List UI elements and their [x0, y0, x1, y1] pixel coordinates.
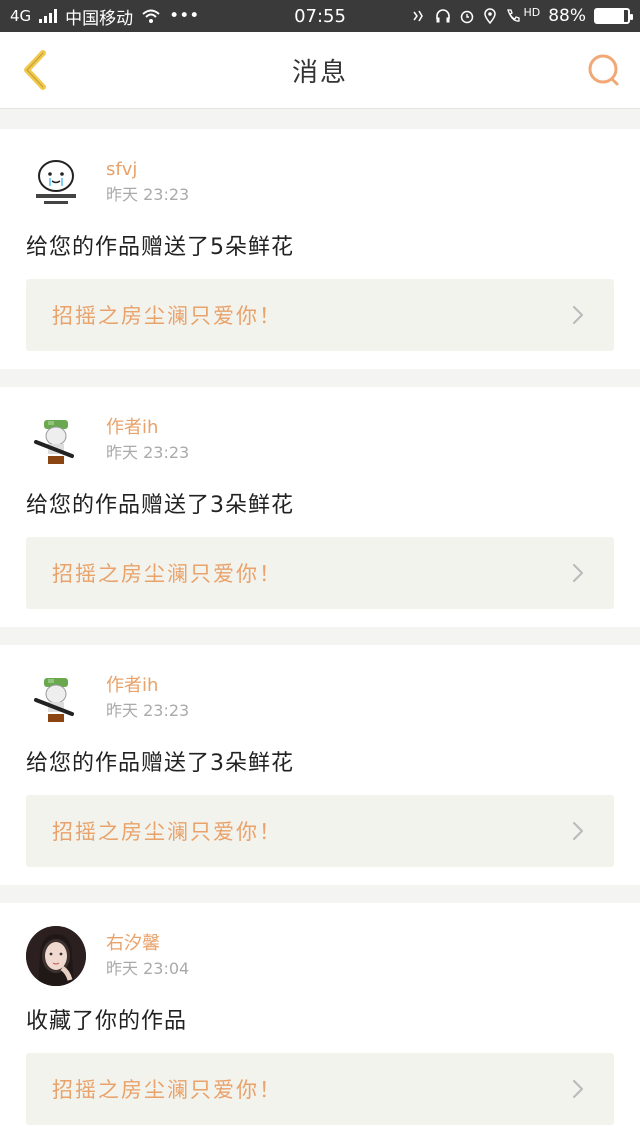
message-meta: 作者ih 昨天 23:23 — [106, 674, 189, 722]
timestamp: 昨天 23:23 — [106, 185, 190, 204]
chevron-right-icon — [568, 305, 588, 325]
status-right: HD 88% — [411, 5, 633, 26]
timestamp: 昨天 23:23 — [106, 443, 190, 462]
work-link[interactable]: 招摇之房尘澜只爱你！ — [26, 537, 614, 609]
work-link[interactable]: 招摇之房尘澜只爱你！ — [26, 279, 614, 351]
call-hd-icon — [507, 9, 521, 22]
message-text: 收藏了你的作品 — [26, 1009, 188, 1034]
search-button[interactable] — [582, 48, 626, 92]
card-header: 作者ih 昨天 23:23 — [26, 409, 614, 471]
message-card[interactable]: 作者ih 昨天 23:23 给您的作品赠送了3朵鲜花 招摇之房尘澜只爱你！ — [0, 645, 640, 885]
username[interactable]: 作者ih — [106, 674, 189, 698]
battery-icon — [594, 8, 633, 24]
page-title: 消息 — [291, 57, 348, 88]
card-header: 作者ih 昨天 23:23 — [26, 667, 614, 729]
username[interactable]: sfvj — [106, 158, 189, 182]
chevron-right-icon — [568, 821, 588, 841]
location-icon — [484, 8, 497, 24]
message-card[interactable]: sfvj 昨天 23:23 给您的作品赠送了5朵鲜花 招摇之房尘澜只爱你！ — [0, 129, 640, 369]
back-button[interactable] — [14, 48, 58, 92]
battery-percent: 88% — [548, 6, 586, 26]
card-header: sfvj 昨天 23:23 — [26, 151, 614, 213]
avatar[interactable] — [26, 926, 86, 986]
work-title: 招摇之房尘澜只爱你！ — [52, 562, 282, 586]
work-title: 招摇之房尘澜只爱你！ — [52, 1078, 282, 1102]
message-card[interactable]: 右汐馨 昨天 23:04 收藏了你的作品 招摇之房尘澜只爱你！ — [0, 903, 640, 1143]
message-meta: sfvj 昨天 23:23 — [106, 158, 189, 206]
photo-avatar — [26, 926, 86, 986]
work-link[interactable]: 招摇之房尘澜只爱你！ — [26, 795, 614, 867]
more-dots: ••• — [169, 6, 200, 26]
work-link[interactable]: 招摇之房尘澜只爱你！ — [26, 1053, 614, 1125]
chevron-right-icon — [568, 563, 588, 583]
message-meta: 右汐馨 昨天 23:04 — [106, 932, 189, 980]
message-text: 给您的作品赠送了3朵鲜花 — [26, 751, 294, 776]
work-title: 招摇之房尘澜只爱你！ — [52, 820, 282, 844]
username[interactable]: 作者ih — [106, 416, 189, 440]
cartoon-face-avatar — [36, 160, 76, 204]
avatar[interactable] — [26, 668, 86, 728]
alarm-icon — [461, 10, 474, 24]
status-left: 4G 中国移动 ••• — [10, 4, 199, 29]
timestamp: 昨天 23:23 — [106, 701, 190, 720]
soldier-figure-avatar — [34, 420, 74, 464]
vibrate-icon — [413, 10, 424, 22]
message-card[interactable]: 作者ih 昨天 23:23 给您的作品赠送了3朵鲜花 招摇之房尘澜只爱你！ — [0, 387, 640, 627]
timestamp: 昨天 23:04 — [106, 959, 190, 978]
message-text: 给您的作品赠送了5朵鲜花 — [26, 235, 294, 260]
search-icon — [588, 54, 619, 86]
wifi-icon — [142, 9, 160, 23]
back-arrow-icon — [24, 50, 46, 90]
network-type: 4G — [10, 7, 32, 25]
card-header: 右汐馨 昨天 23:04 — [26, 925, 614, 987]
carrier-label: 中国移动 — [65, 8, 134, 29]
nav-bar: 消息 — [0, 32, 640, 109]
soldier-figure-avatar — [34, 678, 74, 722]
headphone-icon — [436, 9, 451, 23]
hd-label: HD — [523, 5, 541, 19]
username[interactable]: 右汐馨 — [106, 932, 189, 956]
status-bar: 4G 中国移动 ••• 07:55 HD 88% — [0, 0, 640, 32]
message-text: 给您的作品赠送了3朵鲜花 — [26, 493, 294, 518]
chevron-right-icon — [568, 1079, 588, 1099]
battery-level — [596, 10, 625, 22]
message-meta: 作者ih 昨天 23:23 — [106, 416, 189, 464]
avatar[interactable] — [26, 410, 86, 470]
message-list: sfvj 昨天 23:23 给您的作品赠送了5朵鲜花 招摇之房尘澜只爱你！ 作者… — [0, 129, 640, 1143]
avatar[interactable] — [26, 152, 86, 212]
signal-icon — [39, 9, 58, 23]
work-title: 招摇之房尘澜只爱你！ — [52, 304, 282, 328]
